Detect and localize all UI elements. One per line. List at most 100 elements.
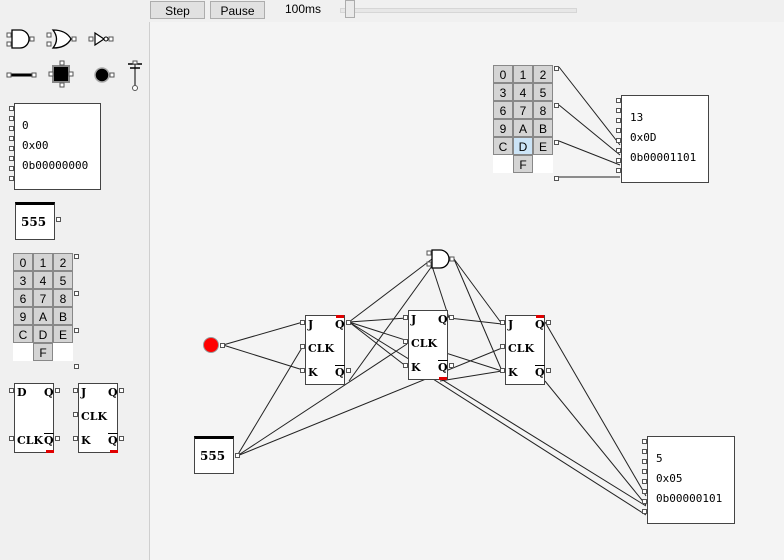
top-display-input-pin-2[interactable]	[616, 118, 621, 123]
ff3-k-pin[interactable]	[500, 368, 505, 373]
bottom-display-input-pin-5[interactable]	[642, 489, 647, 494]
bottom-display-input-pin-1[interactable]	[642, 449, 647, 454]
canvas-keypad-key-3[interactable]: 3	[493, 83, 513, 101]
palette-display-input-pin-2[interactable]	[9, 126, 14, 131]
canvas-keypad-output-pin-1[interactable]	[554, 103, 559, 108]
jk-clk-pin[interactable]	[73, 412, 78, 417]
bottom-display-input-pin-4[interactable]	[642, 479, 647, 484]
top-display-input-pin-0[interactable]	[616, 98, 621, 103]
ff1-k-pin[interactable]	[300, 368, 305, 373]
canvas-keypad-key-5[interactable]: 5	[533, 83, 553, 101]
ff2-qbar-pin[interactable]	[449, 363, 454, 368]
palette-display-input-pin-0[interactable]	[9, 106, 14, 111]
jk-q-pin[interactable]	[119, 388, 124, 393]
timer-555-component[interactable]: 555	[15, 202, 55, 240]
number-display-bottom[interactable]: 5 0x05 0b00000101	[647, 436, 735, 524]
bottom-display-input-pin-7[interactable]	[642, 509, 647, 514]
canvas-keypad-key-1[interactable]: 1	[513, 65, 533, 83]
ff1-j-pin[interactable]	[300, 320, 305, 325]
wire-icon[interactable]	[6, 72, 37, 78]
palette-keypad-key-c[interactable]: C	[13, 325, 33, 343]
palette-keypad-key-2[interactable]: 2	[53, 253, 73, 271]
palette-keypad-output-pin-2[interactable]	[74, 328, 79, 333]
not-gate-icon[interactable]	[88, 31, 114, 47]
dff-clk-pin[interactable]	[9, 436, 14, 441]
palette-display-input-pin-1[interactable]	[9, 116, 14, 121]
palette-keypad-key-d[interactable]: D	[33, 325, 53, 343]
dff-q-pin[interactable]	[55, 388, 60, 393]
pause-button[interactable]: Pause	[210, 1, 265, 19]
number-display-top[interactable]: 13 0x0D 0b00001101	[621, 95, 709, 183]
ff3-j-pin[interactable]	[500, 320, 505, 325]
timer-canvas-output-pin[interactable]	[235, 453, 240, 458]
canvas-keypad-key-e[interactable]: E	[533, 137, 553, 155]
canvas-keypad-key-4[interactable]: 4	[513, 83, 533, 101]
jk-flip-flop-1[interactable]: J Q CLK K Q	[305, 315, 345, 385]
canvas-keypad-output-pin-0[interactable]	[554, 66, 559, 71]
palette-keypad-key-4[interactable]: 4	[33, 271, 53, 289]
led-canvas[interactable]	[203, 337, 219, 353]
palette-keypad-key-a[interactable]: A	[33, 307, 53, 325]
palette-keypad-key-f[interactable]: F	[33, 343, 53, 361]
palette-keypad-key-3[interactable]: 3	[13, 271, 33, 289]
top-display-input-pin-7[interactable]	[616, 168, 621, 173]
canvas-keypad-key-7[interactable]: 7	[513, 101, 533, 119]
canvas-keypad-key-2[interactable]: 2	[533, 65, 553, 83]
ff1-clk-pin[interactable]	[300, 344, 305, 349]
and-gate-icon[interactable]	[6, 29, 35, 49]
led-canvas-pin[interactable]	[220, 343, 225, 348]
top-display-input-pin-4[interactable]	[616, 138, 621, 143]
ff2-k-pin[interactable]	[403, 363, 408, 368]
ff3-qbar-pin[interactable]	[546, 368, 551, 373]
top-display-input-pin-6[interactable]	[616, 158, 621, 163]
number-display-component[interactable]: 0 0x00 0b00000000	[14, 103, 101, 190]
ff2-clk-pin[interactable]	[403, 339, 408, 344]
palette-keypad-key-6[interactable]: 6	[13, 289, 33, 307]
jk-flip-flop-component[interactable]: J Q CLK K Q	[78, 383, 118, 453]
bottom-display-input-pin-2[interactable]	[642, 459, 647, 464]
palette-keypad-key-7[interactable]: 7	[33, 289, 53, 307]
palette-keypad-key-0[interactable]: 0	[13, 253, 33, 271]
d-flip-flop-component[interactable]: D Q CLK Q	[14, 383, 54, 453]
palette-keypad-key-8[interactable]: 8	[53, 289, 73, 307]
palette-keypad-output-pin-3[interactable]	[74, 364, 79, 369]
timer-output-pin[interactable]	[56, 217, 61, 222]
canvas-keypad-key-b[interactable]: B	[533, 119, 553, 137]
palette-display-input-pin-5[interactable]	[9, 156, 14, 161]
ff2-j-pin[interactable]	[403, 315, 408, 320]
canvas-keypad-key-0[interactable]: 0	[493, 65, 513, 83]
top-display-input-pin-3[interactable]	[616, 128, 621, 133]
ff3-q-pin[interactable]	[546, 320, 551, 325]
top-display-input-pin-5[interactable]	[616, 148, 621, 153]
canvas-keypad-key-c[interactable]: C	[493, 137, 513, 155]
canvas-keypad-key-d[interactable]: D	[513, 137, 533, 155]
palette-keypad-output-pin-1[interactable]	[74, 291, 79, 296]
palette-display-input-pin-3[interactable]	[9, 136, 14, 141]
palette-display-input-pin-7[interactable]	[9, 176, 14, 181]
timer-555-canvas[interactable]: 555	[194, 436, 234, 474]
square-output-icon[interactable]	[48, 60, 74, 88]
bottom-display-input-pin-6[interactable]	[642, 499, 647, 504]
canvas-keypad-key-a[interactable]: A	[513, 119, 533, 137]
canvas-keypad-key-8[interactable]: 8	[533, 101, 553, 119]
canvas-keypad-key-9[interactable]: 9	[493, 119, 513, 137]
or-gate-icon[interactable]	[46, 29, 77, 49]
jk-flip-flop-2[interactable]: J Q CLK K Q	[408, 310, 448, 380]
top-display-input-pin-1[interactable]	[616, 108, 621, 113]
ff1-qbar-pin[interactable]	[346, 368, 351, 373]
canvas-keypad-key-f[interactable]: F	[513, 155, 533, 173]
jk-k-pin[interactable]	[73, 436, 78, 441]
palette-display-input-pin-6[interactable]	[9, 166, 14, 171]
ground-icon[interactable]	[128, 60, 142, 91]
jk-qbar-pin[interactable]	[119, 436, 124, 441]
canvas-keypad-key-6[interactable]: 6	[493, 101, 513, 119]
canvas-keypad-output-pin-2[interactable]	[554, 140, 559, 145]
canvas-keypad-output-pin-3[interactable]	[554, 176, 559, 181]
palette-keypad-output-pin-0[interactable]	[74, 254, 79, 259]
ff3-clk-pin[interactable]	[500, 344, 505, 349]
led-icon[interactable]	[94, 67, 115, 83]
jk-j-pin[interactable]	[73, 388, 78, 393]
palette-keypad-key-9[interactable]: 9	[13, 307, 33, 325]
palette-keypad-key-e[interactable]: E	[53, 325, 73, 343]
palette-keypad-key-5[interactable]: 5	[53, 271, 73, 289]
